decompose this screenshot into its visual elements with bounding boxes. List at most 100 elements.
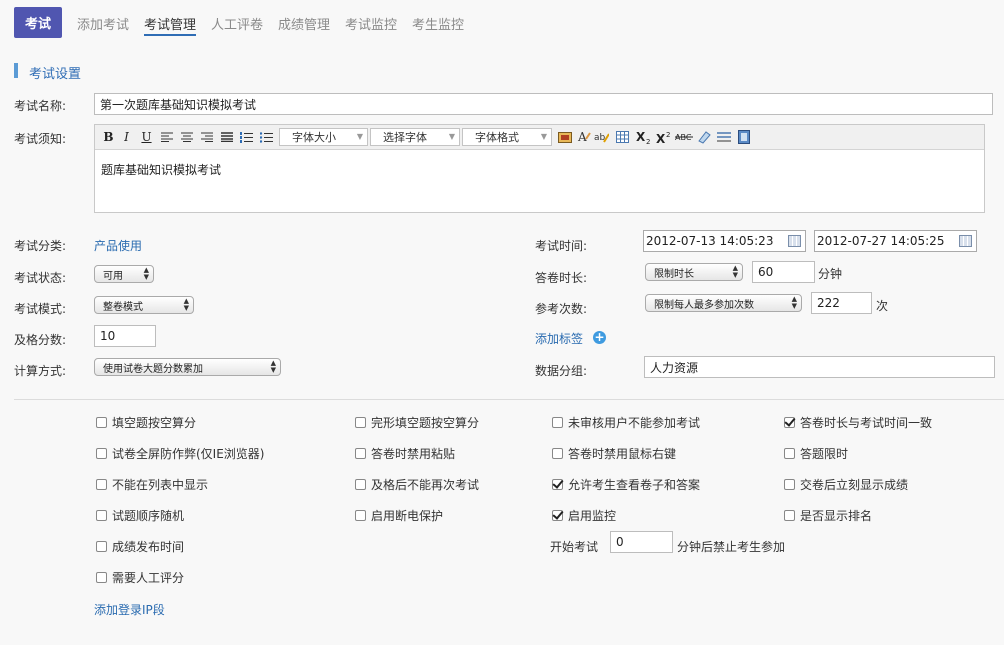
divider	[14, 399, 1004, 400]
exam-name-label: 考试名称:	[14, 99, 67, 113]
section-title: 考试设置	[29, 67, 82, 82]
attempts-mode-select[interactable]: 限制每人最多参加次数 ▲ ▼	[645, 294, 802, 312]
eraser-icon[interactable]	[696, 129, 711, 145]
calc-method-label: 计算方式:	[14, 364, 67, 378]
checkbox[interactable]	[96, 541, 107, 552]
align-right-icon[interactable]	[199, 129, 214, 145]
exam-name-input[interactable]: 第一次题库基础知识模拟考试	[94, 93, 993, 115]
nav-exam-manage[interactable]: 考试管理	[144, 14, 197, 36]
checkbox[interactable]	[96, 572, 107, 583]
start-exam-suffix: 分钟后禁止考生参加	[677, 540, 786, 554]
checkbox[interactable]	[96, 479, 107, 490]
align-left-icon[interactable]	[159, 129, 174, 145]
option-item[interactable]: 需要人工评分	[96, 569, 184, 586]
duration-label: 答卷时长:	[535, 271, 588, 285]
image-icon[interactable]	[557, 129, 572, 145]
option-item[interactable]: 完形填空题按空算分	[355, 414, 479, 431]
font-format-select[interactable]: 字体格式 ▼	[462, 128, 552, 146]
duration-unit: 分钟	[818, 267, 843, 281]
mode-select[interactable]: 整卷模式 ▲ ▼	[94, 296, 194, 314]
italic-button[interactable]: I	[119, 129, 134, 145]
calendar-icon[interactable]	[788, 235, 801, 247]
nav-score-manage[interactable]: 成绩管理	[278, 14, 330, 33]
checkbox[interactable]	[96, 417, 107, 428]
duration-mode-select[interactable]: 限制时长 ▲ ▼	[645, 263, 743, 281]
option-item[interactable]: 答卷时禁用鼠标右键	[552, 445, 676, 462]
font-color-icon[interactable]: A	[576, 129, 591, 145]
align-justify-icon[interactable]	[219, 129, 234, 145]
font-size-select[interactable]: 字体大小 ▼	[279, 128, 368, 146]
unordered-list-icon[interactable]	[259, 129, 274, 145]
option-item[interactable]: 启用断电保护	[355, 507, 443, 524]
attempts-input[interactable]: 222	[811, 292, 872, 314]
option-item[interactable]: 交卷后立刻显示成绩	[784, 476, 908, 493]
brand-tab[interactable]: 考试	[14, 7, 62, 38]
checkbox[interactable]	[552, 510, 563, 521]
add-tag-plus-icon[interactable]: +	[593, 331, 606, 344]
nav-manual-grading[interactable]: 人工评卷	[211, 14, 263, 33]
end-time-input[interactable]: 2012-07-27 14:05:25	[814, 230, 977, 252]
calendar-icon[interactable]	[959, 235, 972, 247]
bold-button[interactable]: B	[101, 129, 116, 145]
start-time-input[interactable]: 2012-07-13 14:05:23	[643, 230, 806, 252]
data-group-label: 数据分组:	[535, 364, 588, 378]
option-item[interactable]: 答卷时禁用粘贴	[355, 445, 455, 462]
font-family-select[interactable]: 选择字体 ▼	[370, 128, 460, 146]
ordered-list-icon[interactable]	[239, 129, 254, 145]
mode-label: 考试模式:	[14, 302, 67, 316]
media-icon[interactable]	[736, 129, 751, 145]
svg-text:2: 2	[666, 131, 670, 139]
editor-toolbar: B I U 字体大小 ▼ 选择字体 ▼ 字体格式 ▼ A ab X 2 X 2 …	[95, 125, 984, 150]
calc-method-select[interactable]: 使用试卷大题分数累加 ▲ ▼	[94, 358, 281, 376]
option-item[interactable]: 是否显示排名	[784, 507, 872, 524]
nav-exam-monitor[interactable]: 考试监控	[345, 14, 397, 33]
checkbox[interactable]	[96, 510, 107, 521]
checkbox[interactable]	[552, 479, 563, 490]
superscript-icon[interactable]: X2	[655, 129, 673, 145]
nav-add-exam[interactable]: 添加考试	[77, 14, 129, 33]
add-ip-range-link[interactable]: 添加登录IP段	[94, 601, 165, 618]
table-icon[interactable]	[615, 129, 630, 145]
align-center-icon[interactable]	[179, 129, 194, 145]
checkbox[interactable]	[552, 417, 563, 428]
horizontal-rule-icon[interactable]	[716, 129, 731, 145]
status-select[interactable]: 可用 ▲ ▼	[94, 265, 154, 283]
option-item[interactable]: 未审核用户不能参加考试	[552, 414, 700, 431]
option-item[interactable]: 成绩发布时间	[96, 538, 184, 555]
checkbox[interactable]	[784, 479, 795, 490]
checkbox[interactable]	[96, 448, 107, 459]
checkbox[interactable]	[355, 479, 366, 490]
option-item[interactable]: 试题顺序随机	[96, 507, 184, 524]
subscript-icon[interactable]: X2	[635, 129, 653, 145]
checkbox[interactable]	[355, 417, 366, 428]
nav-candidate-monitor[interactable]: 考生监控	[412, 14, 464, 33]
editor-content[interactable]: 题库基础知识模拟考试	[95, 150, 984, 189]
underline-button[interactable]: U	[139, 129, 154, 145]
pass-score-input[interactable]: 10	[94, 325, 156, 347]
option-item[interactable]: 允许考生查看卷子和答案	[552, 476, 700, 493]
start-exam-minutes-input[interactable]: 0	[610, 531, 673, 553]
duration-input[interactable]: 60	[752, 261, 815, 283]
checkbox[interactable]	[552, 448, 563, 459]
add-tag-link[interactable]: 添加标签	[535, 330, 583, 347]
data-group-input[interactable]: 人力资源	[644, 356, 995, 378]
checkbox[interactable]	[355, 510, 366, 521]
rich-text-editor: B I U 字体大小 ▼ 选择字体 ▼ 字体格式 ▼ A ab X 2 X 2 …	[94, 124, 985, 213]
option-item[interactable]: 不能在列表中显示	[96, 476, 208, 493]
option-item[interactable]: 答卷时长与考试时间一致	[784, 414, 932, 431]
checkbox[interactable]	[355, 448, 366, 459]
category-link[interactable]: 产品使用	[94, 237, 142, 254]
option-item[interactable]: 试卷全屏防作弊(仅IE浏览器)	[96, 445, 265, 462]
checkbox[interactable]	[784, 448, 795, 459]
start-exam-label: 开始考试	[550, 540, 599, 554]
spellcheck-icon[interactable]: ab	[594, 129, 609, 145]
checkbox[interactable]	[784, 417, 795, 428]
svg-text:X: X	[656, 132, 666, 144]
option-item[interactable]: 及格后不能再次考试	[355, 476, 479, 493]
checkbox[interactable]	[784, 510, 795, 521]
option-item[interactable]: 启用监控	[552, 507, 616, 524]
option-item[interactable]: 答题限时	[784, 445, 848, 462]
option-item[interactable]: 填空题按空算分	[96, 414, 196, 431]
exam-time-label: 考试时间:	[535, 239, 588, 253]
strikethrough-icon[interactable]: ABC	[675, 129, 693, 145]
